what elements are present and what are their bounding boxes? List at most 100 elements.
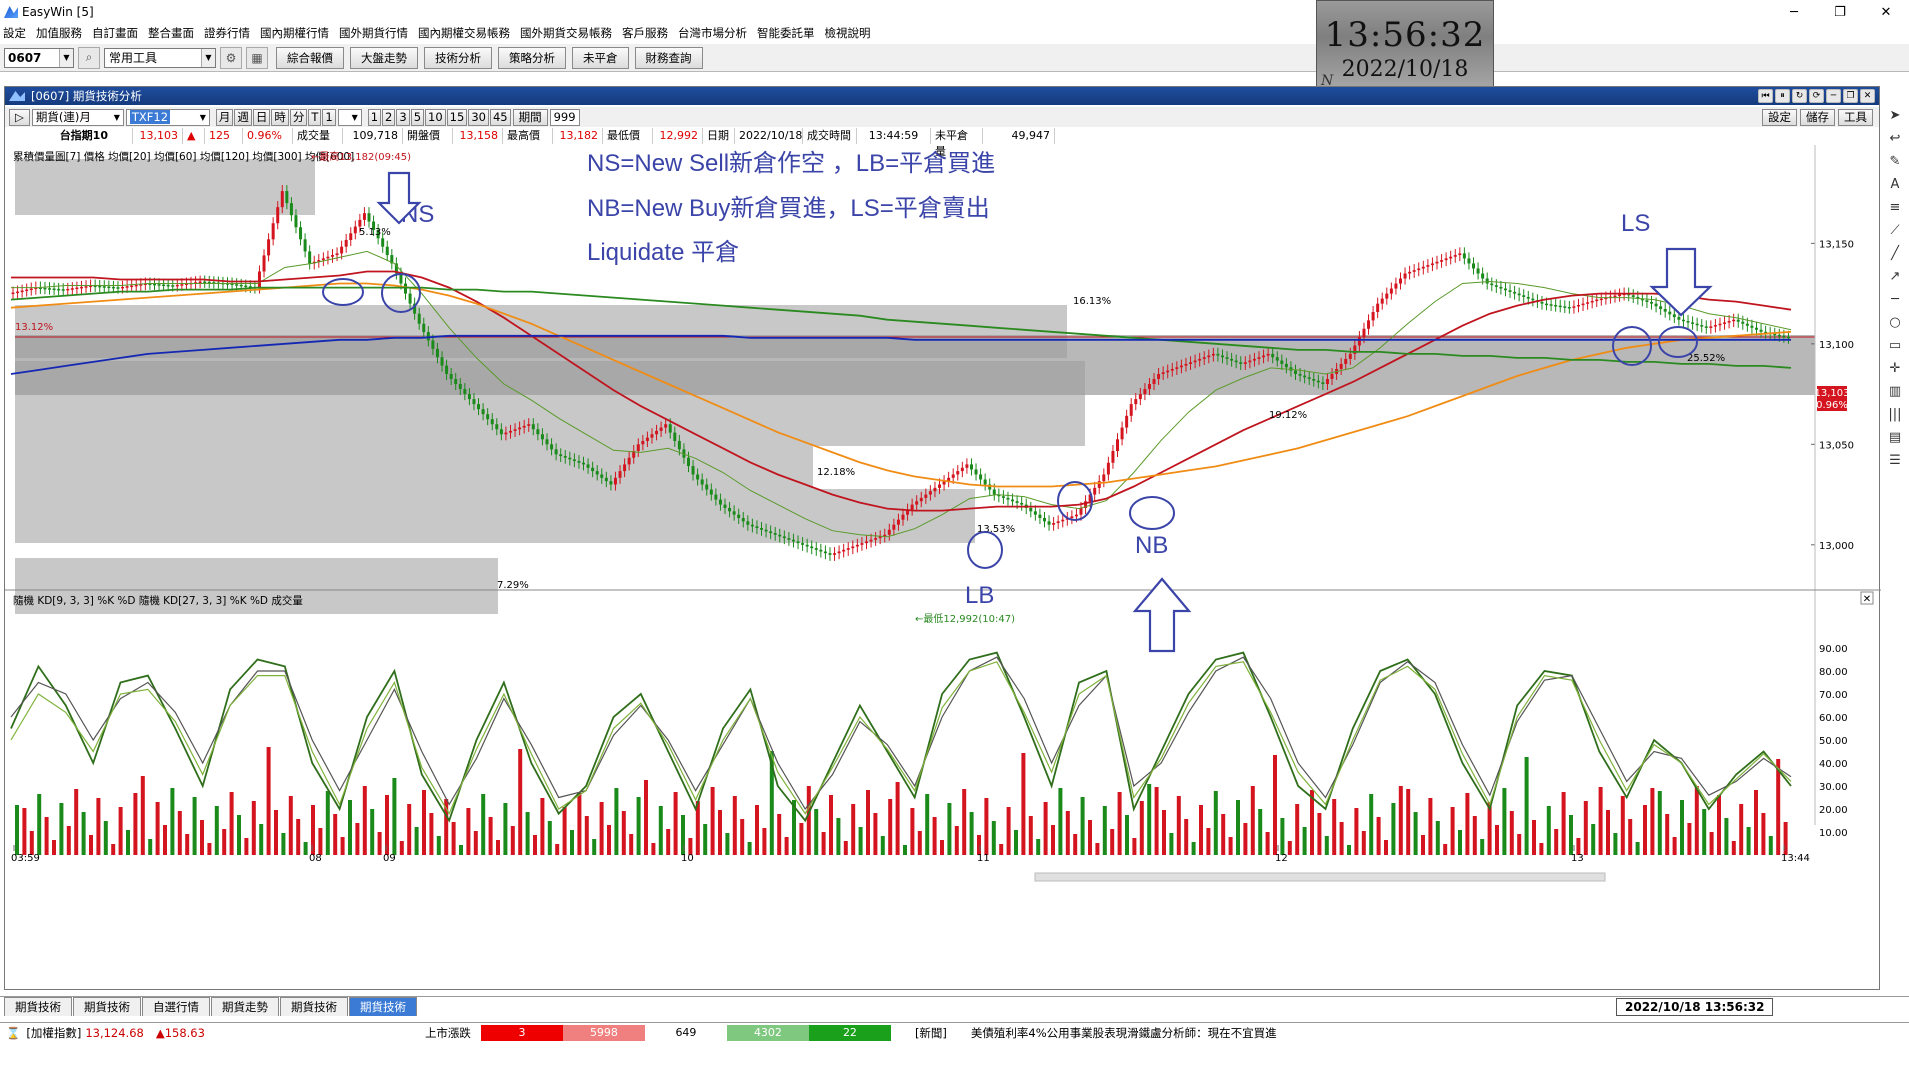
- period-button-5[interactable]: T: [308, 108, 322, 126]
- menu-item-9[interactable]: 客戶服務: [619, 24, 675, 42]
- bottom-tab-1[interactable]: 期貨技術: [73, 997, 141, 1016]
- toolbar-button-2[interactable]: 技術分析: [424, 46, 492, 69]
- chevron-down-icon[interactable]: ▼: [59, 48, 73, 67]
- list-icon[interactable]: ☰: [1889, 453, 1901, 468]
- menu-item-8[interactable]: 國外期貨交易帳務: [517, 24, 619, 42]
- interval-button-0[interactable]: 1: [367, 108, 382, 126]
- grid-icon[interactable]: ▦: [246, 46, 268, 69]
- candle-body: [1211, 353, 1215, 356]
- menu-item-5[interactable]: 國內期權行情: [257, 24, 336, 42]
- sync-icon[interactable]: ⟳: [1809, 89, 1824, 103]
- volume-profile-bar: [15, 489, 975, 543]
- bottom-tab-3[interactable]: 期貨走勢: [211, 997, 279, 1016]
- text-icon[interactable]: A: [1891, 177, 1900, 192]
- panel-minimize-button[interactable]: ─: [1826, 89, 1841, 103]
- play-icon[interactable]: ▷: [9, 108, 30, 126]
- crosshair-icon[interactable]: ✛: [1890, 361, 1901, 376]
- search-icon[interactable]: ⌕: [78, 46, 100, 69]
- interval-button-3[interactable]: 5: [410, 108, 425, 126]
- menu-item-1[interactable]: 加值服務: [33, 24, 89, 42]
- toolbar-button-5[interactable]: 財務查詢: [634, 46, 703, 69]
- candle-body: [527, 424, 531, 426]
- interval-button-6[interactable]: 30: [468, 108, 489, 126]
- interval-button-4[interactable]: 10: [425, 108, 446, 126]
- interval-button-5[interactable]: 15: [446, 108, 468, 126]
- toolbar-button-1[interactable]: 大盤走勢: [350, 46, 418, 69]
- period-button-4[interactable]: 分: [289, 108, 308, 126]
- brush-icon[interactable]: ✎: [1890, 154, 1901, 169]
- interval-button-2[interactable]: 3: [396, 108, 410, 126]
- volume-bar: [1302, 827, 1307, 855]
- pause-icon[interactable]: ⏸: [1775, 89, 1790, 103]
- period-button-2[interactable]: 日: [252, 108, 271, 126]
- candle-body: [750, 524, 754, 527]
- stock-code-combo[interactable]: 0607 ▼: [4, 47, 74, 68]
- period-button-6[interactable]: 1: [322, 108, 336, 126]
- candle-body: [477, 404, 481, 410]
- interval-button-1[interactable]: 2: [382, 108, 396, 126]
- rect-icon[interactable]: ▭: [1889, 338, 1901, 353]
- toolbar-button-0[interactable]: 綜合報價: [276, 46, 344, 69]
- refresh-icon[interactable]: ↻: [1792, 89, 1807, 103]
- volume-bar: [1117, 792, 1122, 855]
- fib-icon[interactable]: ▤: [1889, 430, 1901, 445]
- menu-item-7[interactable]: 國內期權交易帳務: [415, 24, 517, 42]
- arrow-line-icon[interactable]: ↗: [1890, 269, 1901, 284]
- hline-icon[interactable]: ≡: [1890, 200, 1901, 215]
- menu-item-12[interactable]: 檢視說明: [822, 24, 878, 42]
- menu-item-3[interactable]: 整合畫面: [145, 24, 201, 42]
- period-button-1[interactable]: 週: [234, 108, 252, 126]
- candle-body: [1138, 394, 1142, 400]
- magnet-icon[interactable]: ↩: [1890, 131, 1901, 146]
- volume-bar: [533, 835, 537, 855]
- minimize-button[interactable]: ─: [1771, 0, 1817, 24]
- toolbar-button-4[interactable]: 未平倉: [572, 46, 629, 69]
- bottom-tab-4[interactable]: 期貨技術: [280, 997, 348, 1016]
- menu-item-10[interactable]: 台灣市場分析: [675, 24, 754, 42]
- chevron-down-icon[interactable]: ▼: [337, 108, 362, 126]
- menu-item-0[interactable]: 設定: [0, 24, 33, 42]
- toolbar-button-3[interactable]: 策略分析: [498, 46, 566, 69]
- horizontal-line-icon[interactable]: ─: [1891, 292, 1899, 307]
- chart-scrollbar[interactable]: [1034, 872, 1606, 882]
- candle-body: [116, 287, 120, 289]
- interval-button-7[interactable]: 45: [489, 108, 511, 126]
- period-button-0[interactable]: 月: [215, 108, 234, 126]
- circle-icon[interactable]: ○: [1889, 315, 1900, 330]
- volume-bar: [22, 808, 27, 855]
- price-chart[interactable]: 13,150 13,100 13,050 13,000 90.00 80.00 70.00…: [5, 145, 1881, 905]
- columns-icon[interactable]: |||: [1888, 407, 1901, 422]
- panel-restore-button[interactable]: ❐: [1843, 89, 1858, 103]
- candle-body: [98, 285, 102, 288]
- volume-bar: [1606, 810, 1610, 855]
- bars-icon[interactable]: ▥: [1889, 384, 1901, 399]
- volume-bar: [133, 793, 138, 855]
- pointer-icon[interactable]: ➤: [1890, 108, 1901, 123]
- bottom-tab-2[interactable]: 自選行情: [142, 997, 210, 1016]
- chevron-down-icon[interactable]: ▼: [201, 48, 215, 67]
- tool-combo[interactable]: 常用工具 ▼: [104, 47, 216, 68]
- nav-first-icon[interactable]: ⏮: [1758, 89, 1773, 103]
- candle-body: [1650, 301, 1654, 304]
- contract-select[interactable]: 期貨(連)月 ▼: [31, 108, 124, 126]
- menu-item-6[interactable]: 國外期貨行情: [336, 24, 415, 42]
- menu-item-4[interactable]: 證券行情: [201, 24, 257, 42]
- panel-close-button[interactable]: ✕: [1860, 89, 1875, 103]
- close-button[interactable]: ✕: [1863, 0, 1909, 24]
- bottom-tab-0[interactable]: 期貨技術: [4, 997, 72, 1016]
- period-input[interactable]: 999: [549, 108, 580, 126]
- period-button-3[interactable]: 時: [271, 108, 289, 126]
- panel-button-0[interactable]: 設定: [1762, 108, 1797, 126]
- panel-button-2[interactable]: 工具: [1838, 108, 1873, 126]
- menu-item-2[interactable]: 自訂畫面: [89, 24, 145, 42]
- bottom-tab-5[interactable]: 期貨技術: [349, 997, 417, 1016]
- volume-bar: [651, 843, 656, 855]
- restore-button[interactable]: ❐: [1817, 0, 1863, 24]
- news-text[interactable]: 美債殖利率4%公用事業股表現滑鐵盧分析師：現在不宜買進: [971, 1025, 1277, 1041]
- panel-button-1[interactable]: 儲存: [1800, 108, 1835, 126]
- menu-item-11[interactable]: 智能委託單: [754, 24, 822, 42]
- gear-icon[interactable]: ⚙: [220, 46, 242, 69]
- symbol-select[interactable]: TXF12 ▼: [125, 108, 210, 126]
- trendline-icon[interactable]: ╱: [1891, 246, 1899, 261]
- ray-icon[interactable]: ⟋: [1890, 223, 1899, 238]
